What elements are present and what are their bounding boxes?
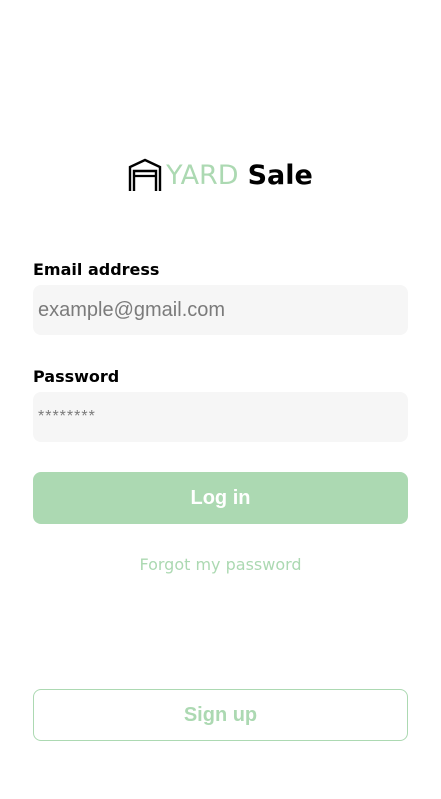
email-field[interactable] xyxy=(33,285,408,335)
logo-word-yard: YARD xyxy=(166,159,239,191)
email-group: Email address xyxy=(33,258,408,335)
signup-button[interactable]: Sign up xyxy=(33,689,408,741)
garage-icon xyxy=(128,158,162,192)
email-label: Email address xyxy=(33,260,160,279)
app-logo: YARD Sale xyxy=(0,158,441,192)
login-button[interactable]: Log in xyxy=(33,472,408,524)
logo-word-sale: Sale xyxy=(247,159,313,191)
password-label: Password xyxy=(33,367,120,386)
password-group: Password xyxy=(33,365,408,442)
password-field[interactable] xyxy=(33,392,408,442)
forgot-password-link[interactable]: Forgot my password xyxy=(33,555,408,574)
